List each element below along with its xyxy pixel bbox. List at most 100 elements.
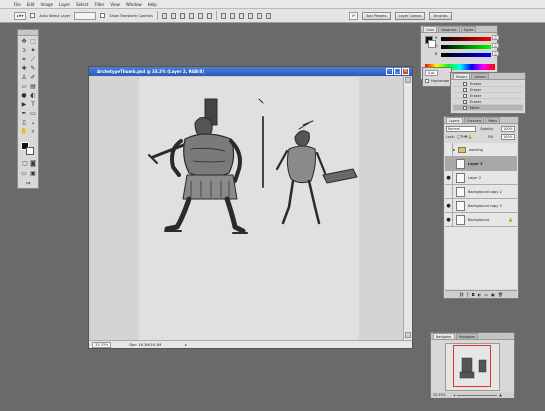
layer-row-working[interactable]: ▸ working: [445, 142, 517, 157]
path-select-icon[interactable]: ▶: [20, 101, 28, 109]
layer-style-icon[interactable]: ƒ: [467, 292, 468, 297]
layer-row-layer-2[interactable]: ● Layer 2: [445, 170, 517, 185]
layer-mask-icon[interactable]: ◘: [472, 292, 475, 297]
new-group-icon[interactable]: ▭: [484, 292, 488, 297]
tab-histogram[interactable]: Histogram: [455, 333, 479, 339]
menu-select[interactable]: Select: [76, 2, 88, 7]
distribute-top-icon[interactable]: [220, 12, 226, 19]
gradient-tool-icon[interactable]: ▤: [29, 83, 37, 91]
canvas[interactable]: [139, 77, 359, 340]
menu-image[interactable]: Image: [40, 2, 53, 7]
standard-mode-icon[interactable]: ▢: [21, 160, 29, 168]
align-center-icon[interactable]: [197, 12, 203, 19]
type-tool-icon[interactable]: T: [29, 101, 37, 109]
show-transform-checkbox[interactable]: [100, 13, 106, 18]
fullscreen-mode-icon[interactable]: ▣: [29, 170, 37, 178]
auto-select-dropdown[interactable]: [74, 11, 97, 20]
move-tool-icon[interactable]: ✥: [20, 38, 28, 46]
layer-row-background[interactable]: ● Background 🔒: [445, 212, 517, 227]
tab-color[interactable]: Color: [423, 26, 438, 32]
magic-wand-icon[interactable]: ✦: [29, 47, 37, 55]
distribute-center-icon[interactable]: [256, 12, 262, 19]
tool-presets-tab[interactable]: Tool Presets: [361, 11, 391, 20]
crop-tool-icon[interactable]: ⌗: [20, 56, 28, 64]
vertical-scrollbar[interactable]: [403, 77, 412, 340]
blur-tool-icon[interactable]: ●: [20, 92, 28, 100]
auto-select-checkbox[interactable]: [30, 13, 36, 18]
marquee-tool-icon[interactable]: ⬚: [29, 38, 37, 46]
slice-tool-icon[interactable]: ⟋: [29, 56, 37, 64]
imageready-jump-icon[interactable]: ⇒: [24, 180, 32, 188]
blue-value[interactable]: 0: [492, 51, 499, 56]
menu-edit[interactable]: Edit: [27, 2, 35, 7]
quick-mask-icon[interactable]: ◙: [29, 160, 37, 168]
zoom-tool-icon[interactable]: ⌕: [29, 128, 37, 136]
tab-history[interactable]: History: [453, 73, 471, 79]
dodge-tool-icon[interactable]: ◐: [29, 92, 37, 100]
layer-row-background-copy-2[interactable]: Background copy 2: [445, 184, 517, 199]
distribute-left-icon[interactable]: [247, 12, 253, 19]
eye-icon[interactable]: ●: [445, 212, 453, 227]
scroll-down-icon[interactable]: [405, 332, 411, 338]
tab-styles[interactable]: Styles: [460, 26, 477, 32]
history-brush-icon[interactable]: ✐: [29, 74, 37, 82]
tab-actions[interactable]: Actions: [471, 73, 489, 79]
brush-tool-icon[interactable]: ✎: [29, 65, 37, 73]
visibility-toggle-icon[interactable]: [445, 156, 453, 171]
maximize-icon[interactable]: □: [394, 68, 401, 75]
layer-row-background-copy-3[interactable]: ● Background copy 3: [445, 198, 517, 213]
red-slider[interactable]: R 0: [435, 35, 499, 41]
align-bottom-icon[interactable]: [179, 12, 185, 19]
hand-tool-icon[interactable]: ✋: [20, 128, 28, 136]
menu-filter[interactable]: Filter: [94, 2, 104, 7]
document-title-bar[interactable]: ArchetypeThumb.psd @ 33.3% (Layer 2, RGB…: [89, 67, 412, 76]
blue-slider[interactable]: B 0: [435, 51, 499, 57]
green-value[interactable]: 0: [492, 43, 499, 48]
minimize-icon[interactable]: –: [386, 68, 393, 75]
eyedropper-icon[interactable]: ⟓: [29, 119, 37, 127]
adjustment-layer-icon[interactable]: ◐: [478, 292, 482, 297]
zoom-slider[interactable]: [457, 394, 498, 396]
healing-brush-icon[interactable]: ✚: [20, 65, 28, 73]
green-slider[interactable]: G 0: [435, 43, 499, 49]
screen-mode-icon[interactable]: ▭: [20, 170, 28, 178]
distribute-bottom-icon[interactable]: [238, 12, 244, 19]
eraser-tool-icon[interactable]: ▱: [20, 83, 28, 91]
eye-icon[interactable]: ●: [445, 198, 453, 213]
delete-layer-icon[interactable]: 🗑: [498, 292, 503, 297]
tab-channels[interactable]: Channels: [463, 117, 485, 123]
brushes-tab[interactable]: Brushes: [429, 11, 452, 20]
close-icon[interactable]: ×: [402, 68, 409, 75]
blend-mode-select[interactable]: Normal: [446, 126, 476, 132]
menu-file[interactable]: File: [14, 2, 21, 7]
clone-stamp-icon[interactable]: ♙: [20, 74, 28, 82]
visibility-toggle-icon[interactable]: [445, 184, 453, 199]
tab-layers[interactable]: Layers: [446, 117, 463, 123]
align-top-icon[interactable]: [161, 12, 167, 19]
link-layers-icon[interactable]: ⛓: [459, 292, 464, 297]
align-middle-icon[interactable]: [170, 12, 176, 19]
distribute-right-icon[interactable]: [265, 12, 271, 19]
spacing-field[interactable]: 0 pt: [425, 70, 438, 76]
tab-paths[interactable]: Paths: [485, 117, 500, 123]
expand-arrow-icon[interactable]: ▸: [453, 147, 455, 152]
tab-navigator[interactable]: Navigator: [433, 333, 455, 339]
hyphenate-checkbox[interactable]: [425, 79, 429, 83]
lasso-tool-icon[interactable]: ↄ: [20, 47, 28, 55]
layer-row-layer-3[interactable]: Layer 3: [445, 156, 517, 171]
history-item-current[interactable]: Move: [453, 105, 523, 111]
visibility-toggle-icon[interactable]: [445, 142, 453, 157]
red-value[interactable]: 0: [492, 35, 499, 40]
background-color-swatch[interactable]: [26, 147, 34, 155]
tool-preset-picker[interactable]: ▸✥▾: [14, 11, 27, 20]
menu-layer[interactable]: Layer: [59, 2, 70, 7]
align-right-icon[interactable]: [206, 12, 212, 19]
navigator-zoom-field[interactable]: 33.33%: [433, 393, 446, 397]
status-menu-icon[interactable]: ▸: [185, 343, 187, 347]
fill-field[interactable]: 100%: [501, 134, 515, 140]
zoom-in-icon[interactable]: ▲: [499, 393, 502, 397]
menu-view[interactable]: View: [110, 2, 120, 7]
tab-swatches[interactable]: Swatches: [438, 26, 460, 32]
pen-tool-icon[interactable]: ✒: [20, 110, 28, 118]
menu-window[interactable]: Window: [126, 2, 142, 7]
